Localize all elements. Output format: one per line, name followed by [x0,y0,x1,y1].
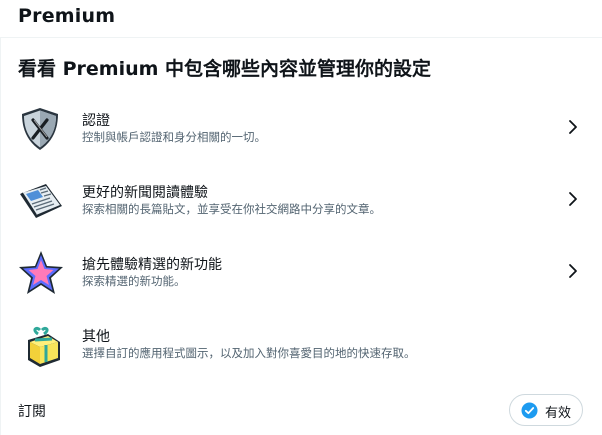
check-circle-icon [521,402,538,419]
verification-shield-icon [22,108,58,150]
feature-item-other[interactable]: 其他 選擇自訂的應用程式圖示，以及加入對你喜愛目的地的快速存取。 [0,318,602,388]
chevron-right-icon [569,120,577,134]
feature-title: 搶先體驗精選的新功能 [82,257,222,273]
page-title: Premium [18,5,116,27]
feature-item-early-access[interactable]: 搶先體驗精選的新功能 探索精選的新功能。 [0,246,602,316]
section-heading: 看看 Premium 中包含哪些內容並管理你的設定 [18,58,432,80]
feature-description: 控制與帳戶認證和身分相關的一切。 [82,130,266,144]
feature-item-verification[interactable]: 認證 控制與帳戶認證和身分相關的一切。 [0,102,602,172]
chevron-right-icon [569,192,577,206]
gift-box-icon [28,326,60,367]
feature-title: 其他 [82,329,110,345]
page-header: Premium [0,0,602,38]
subscription-status-button[interactable]: 有效 [509,394,583,426]
subscription-status-label: 有效 [545,406,572,421]
feature-title: 更好的新聞閱讀體驗 [82,185,208,201]
feature-description: 探索相關的長篇貼文，並享受在你社交網路中分享的文章。 [82,202,381,216]
feature-item-news[interactable]: 更好的新聞閱讀體驗 探索相關的長篇貼文，並享受在你社交網路中分享的文章。 [0,174,602,244]
chevron-right-icon [569,264,577,278]
subscription-label: 訂閱 [18,404,46,420]
newspaper-icon [20,184,62,218]
star-icon [19,251,63,294]
feature-title: 認證 [82,113,110,129]
feature-description: 選擇自訂的應用程式圖示，以及加入對你喜愛目的地的快速存取。 [82,346,416,360]
feature-description: 探索精選的新功能。 [82,274,186,288]
